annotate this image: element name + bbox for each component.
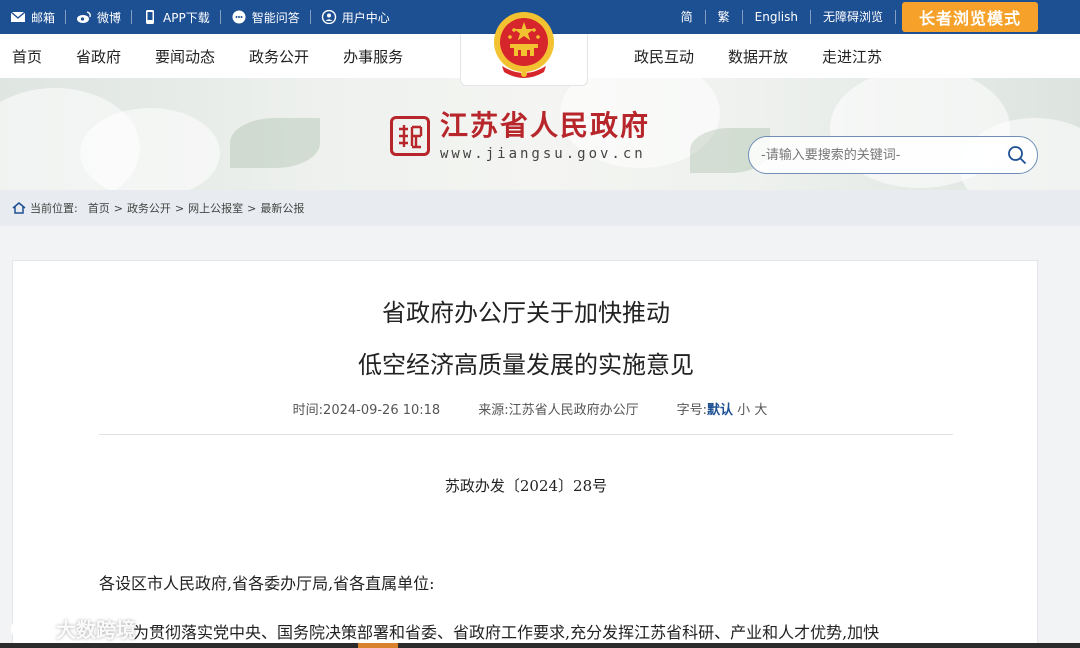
bottom-strip-accent bbox=[358, 643, 398, 648]
bottom-strip bbox=[0, 643, 1080, 648]
body-paragraph: 为贯彻落实党中央、国务院决策部署和省委、省政府工作要求,充分发挥江苏省科研、产业… bbox=[133, 623, 880, 642]
nav-about-jiangsu[interactable]: 走进江苏 bbox=[822, 46, 882, 67]
document-number: 苏政办发〔2024〕28号 bbox=[444, 477, 608, 495]
time-label: 时间: bbox=[292, 403, 324, 418]
breadcrumb-item-latest[interactable]: 最新公报 bbox=[260, 200, 304, 216]
article-title-line2: 低空经济高质量发展的实施意见 bbox=[358, 351, 694, 379]
watermark-logo-icon bbox=[10, 619, 48, 638]
traditional-chinese-link[interactable]: 繁 bbox=[706, 10, 743, 24]
search-icon[interactable] bbox=[1007, 145, 1027, 165]
nav-services[interactable]: 办事服务 bbox=[343, 46, 403, 67]
site-url: www.jiangsu.gov.cn bbox=[440, 146, 646, 162]
simplified-chinese-link[interactable]: 简 bbox=[669, 10, 706, 24]
article-panel: 省政府办公厅关于加快推动 低空经济高质量发展的实施意见 时间:2024-09-2… bbox=[12, 260, 1038, 648]
nav-news[interactable]: 要闻动态 bbox=[155, 46, 215, 67]
publish-time: 时间:2024-09-26 10:18 bbox=[293, 399, 441, 418]
weibo-link[interactable]: 微博 bbox=[66, 10, 133, 25]
national-emblem-icon[interactable] bbox=[490, 10, 558, 82]
home-icon bbox=[12, 202, 26, 214]
source-value: 江苏省人民政府办公厅 bbox=[508, 403, 639, 418]
breadcrumb-separator: > bbox=[113, 201, 123, 215]
banner-flower-decoration bbox=[80, 108, 220, 190]
salutation: 各设区市人民政府,省各委办厅局,省各直属单位: bbox=[99, 574, 435, 593]
breadcrumb-item-home[interactable]: 首页 bbox=[88, 200, 110, 216]
app-download-link[interactable]: APP下载 bbox=[132, 10, 221, 25]
nav-home[interactable]: 首页 bbox=[12, 46, 42, 67]
user-center-label: 用户中心 bbox=[341, 10, 390, 25]
elder-mode-button[interactable]: 长者浏览模式 bbox=[902, 2, 1038, 32]
accessibility-link[interactable]: 无障碍浏览 bbox=[811, 10, 896, 24]
breadcrumb-separator: > bbox=[174, 201, 185, 215]
divider bbox=[99, 434, 953, 435]
article-title-line1: 省政府办公厅关于加快推动 bbox=[382, 299, 670, 327]
utility-links: 邮箱 微博 APP下载 智能问答 用户中心 bbox=[10, 0, 400, 34]
logo-seal-icon bbox=[390, 116, 430, 156]
mail-icon bbox=[10, 11, 26, 22]
user-center-link[interactable]: 用户中心 bbox=[311, 10, 400, 25]
breadcrumb-item-gazette[interactable]: 网上公报室 bbox=[188, 200, 243, 216]
breadcrumb-label: 当前位置: bbox=[30, 202, 78, 215]
nav-open-data[interactable]: 数据开放 bbox=[728, 46, 788, 67]
mail-link[interactable]: 邮箱 bbox=[10, 10, 67, 25]
breadcrumb-item-gov-affairs[interactable]: 政务公开 bbox=[127, 200, 171, 216]
weibo-label: 微博 bbox=[97, 10, 122, 25]
source-label: 来源: bbox=[478, 403, 509, 418]
article-meta: 时间:2024-09-26 10:18 来源:江苏省人民政府办公厅 字号:默认 … bbox=[13, 399, 1039, 418]
font-size-default[interactable]: 默认 bbox=[707, 403, 733, 418]
font-size-large[interactable]: 大 bbox=[754, 403, 767, 418]
time-value: 2024-09-26 10:18 bbox=[323, 403, 441, 418]
mail-label: 邮箱 bbox=[31, 10, 56, 25]
nav-provincial-gov[interactable]: 省政府 bbox=[76, 46, 121, 67]
nav-gov-affairs[interactable]: 政务公开 bbox=[249, 46, 309, 67]
site-name: 江苏省人民政府 bbox=[440, 109, 651, 142]
watermark: 大数跨境 bbox=[10, 614, 136, 643]
app-download-label: APP下载 bbox=[163, 10, 210, 25]
english-link[interactable]: English bbox=[743, 10, 811, 24]
nav-interaction[interactable]: 政民互动 bbox=[634, 46, 694, 67]
language-links: 简 繁 English 无障碍浏览 长者浏览模式 bbox=[669, 0, 1080, 34]
search-input[interactable] bbox=[761, 137, 1001, 173]
breadcrumb: 当前位置: 首页 > 政务公开 > 网上公报室 > 最新公报 bbox=[0, 190, 1080, 226]
site-logo[interactable]: 江苏省人民政府 www.jiangsu.gov.cn bbox=[390, 110, 650, 162]
chat-icon bbox=[232, 10, 246, 24]
font-size-control: 字号:默认 小 大 bbox=[677, 399, 768, 418]
smart-qa-link[interactable]: 智能问答 bbox=[221, 10, 311, 25]
watermark-text: 大数跨境 bbox=[56, 618, 136, 642]
smart-qa-label: 智能问答 bbox=[251, 10, 300, 25]
font-size-small[interactable]: 小 bbox=[737, 403, 750, 418]
article-source: 来源:江苏省人民政府办公厅 bbox=[478, 399, 638, 418]
phone-icon bbox=[146, 10, 155, 24]
font-size-label: 字号: bbox=[676, 403, 707, 418]
weibo-icon bbox=[77, 11, 91, 23]
banner-leaf-decoration bbox=[230, 118, 320, 168]
search-box bbox=[748, 136, 1038, 174]
breadcrumb-separator: > bbox=[247, 201, 257, 215]
user-icon bbox=[321, 10, 336, 24]
